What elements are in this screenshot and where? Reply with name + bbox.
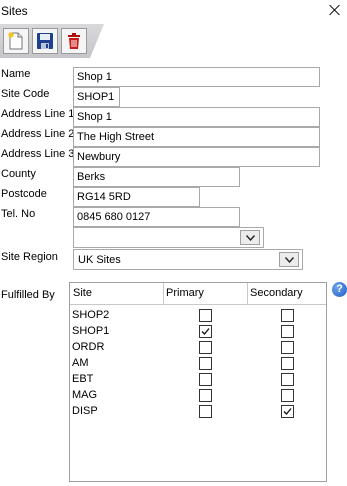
address3-label: Address Line 3 xyxy=(1,148,75,160)
site-cell: MAG xyxy=(72,389,98,401)
site-cell: ORDR xyxy=(72,341,105,353)
site-cell: DISP xyxy=(72,405,98,417)
site-region-label: Site Region xyxy=(1,251,58,263)
county-label: County xyxy=(1,168,36,180)
address2-label: Address Line 2 xyxy=(1,128,75,140)
primary-checkbox[interactable] xyxy=(199,405,212,418)
site-code-field[interactable]: SHOP1 xyxy=(73,87,120,107)
address3-field[interactable]: Newbury xyxy=(73,147,320,167)
address1-field[interactable]: Shop 1 xyxy=(73,107,320,127)
secondary-checkbox[interactable] xyxy=(281,357,294,370)
site-cell: EBT xyxy=(72,373,94,385)
checkmark-icon xyxy=(201,328,210,335)
chevron-down-icon xyxy=(284,256,294,263)
toolbar xyxy=(0,24,90,58)
column-header-site: Site xyxy=(73,287,92,299)
new-button[interactable] xyxy=(3,28,29,54)
site-cell: SHOP1 xyxy=(72,325,110,337)
tel-label: Tel. No xyxy=(1,208,36,220)
primary-checkbox[interactable] xyxy=(199,357,212,370)
secondary-checkbox[interactable] xyxy=(281,373,294,386)
secondary-checkbox[interactable] xyxy=(281,341,294,354)
extra-combo[interactable] xyxy=(73,227,264,248)
postcode-field[interactable]: RG14 5RD xyxy=(73,187,200,207)
primary-checkbox[interactable] xyxy=(199,325,212,338)
site-region-value: UK Sites xyxy=(78,254,121,266)
help-icon[interactable]: ? xyxy=(332,282,347,297)
grid-header: Site Primary Secondary xyxy=(70,283,326,305)
sites-window: Sites Name Site Code Address Line 1 Addr… xyxy=(0,0,347,486)
table-row: DISP xyxy=(70,403,326,419)
primary-checkbox[interactable] xyxy=(199,341,212,354)
name-field[interactable]: Shop 1 xyxy=(73,67,320,87)
table-row: SHOP2 xyxy=(70,307,326,323)
address2-field[interactable]: The High Street xyxy=(73,127,320,147)
title-bar: Sites xyxy=(0,0,347,22)
chevron-down-icon xyxy=(245,234,255,241)
secondary-checkbox[interactable] xyxy=(281,325,294,338)
extra-combo-dropdown-button[interactable] xyxy=(240,230,260,245)
column-header-primary: Primary xyxy=(166,287,204,299)
table-row: AM xyxy=(70,355,326,371)
secondary-checkbox[interactable] xyxy=(281,405,294,418)
close-button[interactable] xyxy=(327,2,343,18)
county-field[interactable]: Berks xyxy=(73,167,240,187)
table-row: EBT xyxy=(70,371,326,387)
secondary-checkbox[interactable] xyxy=(281,309,294,322)
save-icon xyxy=(37,33,53,49)
address1-label: Address Line 1 xyxy=(1,108,75,120)
table-row: ORDR xyxy=(70,339,326,355)
site-region-dropdown-button[interactable] xyxy=(279,252,299,267)
column-header-secondary: Secondary xyxy=(250,287,303,299)
window-title: Sites xyxy=(1,4,28,18)
save-button[interactable] xyxy=(32,28,58,54)
postcode-label: Postcode xyxy=(1,188,47,200)
site-cell: SHOP2 xyxy=(72,309,110,321)
fulfilled-by-label: Fulfilled By xyxy=(1,289,55,301)
name-label: Name xyxy=(1,68,31,80)
primary-checkbox[interactable] xyxy=(199,309,212,322)
site-code-label: Site Code xyxy=(1,88,50,100)
new-document-icon xyxy=(8,32,23,50)
primary-checkbox[interactable] xyxy=(199,389,212,402)
checkmark-icon xyxy=(283,408,292,415)
table-row: SHOP1 xyxy=(70,323,326,339)
secondary-checkbox[interactable] xyxy=(281,389,294,402)
delete-button[interactable] xyxy=(61,28,87,54)
fulfilled-by-grid: Site Primary Secondary SHOP2 SHOP1 ORDR AM E… xyxy=(69,282,327,482)
site-region-combo[interactable]: UK Sites xyxy=(73,249,303,270)
table-row: MAG xyxy=(70,387,326,403)
primary-checkbox[interactable] xyxy=(199,373,212,386)
tel-field[interactable]: 0845 680 0127 xyxy=(73,207,240,227)
delete-icon xyxy=(68,33,80,49)
site-cell: AM xyxy=(72,357,89,369)
